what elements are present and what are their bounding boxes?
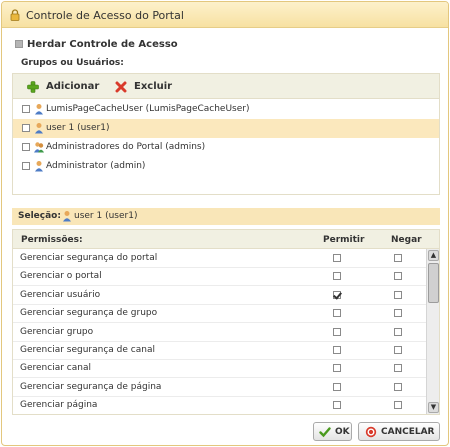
user-icon — [35, 123, 43, 134]
deny-checkbox[interactable] — [394, 401, 402, 410]
permissions-table: Permissões: Permitir Negar Gerenciar seg… — [12, 229, 440, 415]
deny-checkbox[interactable] — [394, 254, 402, 262]
allow-checkbox[interactable] — [333, 254, 341, 262]
groups-toolbar: Adicionar Excluir — [13, 74, 439, 99]
title-bar: Controle de Acesso do Portal — [2, 2, 448, 28]
access-control-dialog: Controle de Acesso do Portal Herdar Cont… — [1, 1, 449, 446]
permission-row: Gerenciar segurança de canal — [13, 341, 426, 360]
group-item[interactable]: Administradores do Portal (admins) — [13, 138, 439, 157]
user-icon — [63, 211, 71, 222]
permission-name: Gerenciar segurança de página — [20, 381, 162, 392]
user-icon — [35, 104, 43, 115]
deny-checkbox[interactable] — [394, 327, 402, 336]
allow-checkbox[interactable] — [333, 327, 341, 336]
permission-row: Gerenciar página — [13, 396, 426, 414]
ok-label: OK — [335, 427, 350, 437]
selection-value: user 1 (user1) — [74, 211, 138, 221]
permission-name: Gerenciar segurança do portal — [20, 253, 158, 263]
check-icon — [319, 427, 331, 438]
allow-checkbox[interactable] — [333, 382, 341, 391]
permission-name: Gerenciar página — [20, 400, 98, 411]
permission-row: Gerenciar segurança de grupo — [13, 304, 426, 324]
allow-checkbox[interactable] — [333, 290, 341, 299]
selection-label: Seleção: — [18, 211, 61, 221]
delete-button[interactable]: Excluir — [134, 81, 172, 92]
permission-row: Gerenciar canal — [13, 359, 426, 379]
group-item-checkbox[interactable] — [22, 105, 30, 113]
groups-list: Adicionar Excluir LumisPageCacheUser (Lu… — [12, 73, 440, 195]
add-button[interactable]: Adicionar — [46, 81, 99, 92]
permission-row: Gerenciar usuário — [13, 286, 426, 305]
ok-button[interactable]: OK — [313, 422, 352, 441]
group-item-label: LumisPageCacheUser (LumisPageCacheUser) — [46, 104, 250, 114]
permissions-column-header: Permissões: — [21, 235, 83, 245]
group-item-label: user 1 (user1) — [46, 123, 110, 133]
user-icon — [35, 161, 43, 172]
dialog-title: Controle de Acesso do Portal — [26, 9, 184, 22]
group-item-checkbox[interactable] — [22, 124, 30, 132]
cancel-label: CANCELAR — [381, 427, 435, 437]
permission-row: Gerenciar segurança de página — [13, 378, 426, 397]
selection-bar: Seleção: user 1 (user1) — [12, 208, 440, 225]
group-icon — [34, 142, 44, 153]
permission-name: Gerenciar grupo — [20, 326, 94, 337]
allow-checkbox[interactable] — [333, 272, 341, 281]
lock-icon — [10, 9, 20, 21]
permissions-scrollbar[interactable]: ▲ ▼ — [426, 249, 439, 414]
deny-checkbox[interactable] — [394, 364, 402, 373]
deny-checkbox[interactable] — [394, 346, 402, 354]
scrollbar-thumb[interactable] — [428, 263, 439, 303]
inherit-label: Herdar Controle de Acesso — [27, 39, 178, 50]
allow-checkbox[interactable] — [333, 401, 341, 410]
group-item-label: Administrator (admin) — [46, 161, 146, 171]
permission-row: Gerenciar o portal — [13, 267, 426, 287]
allow-checkbox[interactable] — [333, 309, 341, 318]
inherit-checkbox[interactable] — [15, 40, 23, 48]
permissions-header: Permissões: Permitir Negar — [13, 230, 439, 249]
groups-label: Grupos ou Usuários: — [21, 58, 124, 68]
cancel-icon — [365, 426, 377, 438]
permission-name: Gerenciar segurança de canal — [20, 345, 155, 355]
cancel-button[interactable]: CANCELAR — [358, 422, 440, 441]
group-item-checkbox[interactable] — [22, 162, 30, 170]
deny-column-header: Negar — [391, 235, 422, 245]
allow-column-header: Permitir — [323, 235, 365, 245]
permission-name: Gerenciar canal — [20, 363, 91, 374]
group-item[interactable]: Administrator (admin) — [13, 157, 439, 176]
deny-checkbox[interactable] — [394, 309, 402, 318]
delete-icon[interactable] — [115, 81, 127, 93]
permission-name: Gerenciar segurança de grupo — [20, 308, 158, 319]
plus-icon[interactable] — [27, 81, 39, 93]
deny-checkbox[interactable] — [394, 290, 402, 299]
permission-row: Gerenciar grupo — [13, 323, 426, 342]
permission-name: Gerenciar o portal — [20, 271, 102, 282]
group-item-label: Administradores do Portal (admins) — [46, 142, 206, 152]
deny-checkbox[interactable] — [394, 382, 402, 391]
group-item[interactable]: LumisPageCacheUser (LumisPageCacheUser) — [13, 100, 439, 119]
deny-checkbox[interactable] — [394, 272, 402, 281]
scroll-down-icon[interactable]: ▼ — [428, 402, 439, 413]
group-item-selected[interactable]: user 1 (user1) — [13, 119, 439, 138]
group-item-checkbox[interactable] — [22, 143, 30, 151]
permission-name: Gerenciar usuário — [20, 289, 101, 300]
allow-checkbox[interactable] — [333, 346, 341, 354]
scroll-up-icon[interactable]: ▲ — [428, 250, 439, 261]
allow-checkbox[interactable] — [333, 364, 341, 373]
permission-row: Gerenciar segurança do portal — [13, 249, 426, 268]
